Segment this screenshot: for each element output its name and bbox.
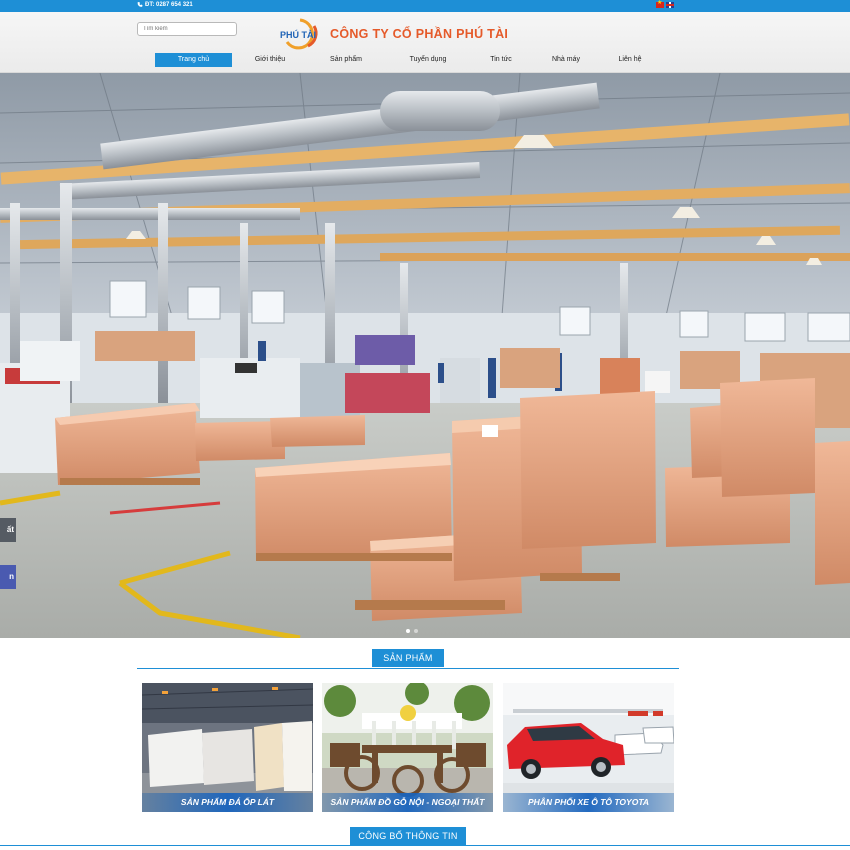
nav-item-contact[interactable]: Liên hệ xyxy=(608,53,652,67)
language-switcher xyxy=(656,0,674,8)
phone-number: ĐT: 0287 654 321 xyxy=(145,1,193,8)
uk-flag-icon[interactable] xyxy=(666,2,674,8)
products-section-title: SẢN PHẨM xyxy=(372,649,444,667)
nav-item-factory[interactable]: Nhà máy xyxy=(542,53,590,67)
nav-item-home[interactable]: Trang chủ xyxy=(155,53,232,67)
product-card-furniture[interactable]: SẢN PHẨM ĐỒ GỖ NỘI - NGOẠI THẤT xyxy=(322,683,493,812)
nav-item-about[interactable]: Giới thiệu xyxy=(246,53,294,67)
floating-side-tab-1[interactable]: ất xyxy=(0,518,16,542)
hero-banner[interactable]: ất n xyxy=(0,73,850,638)
product-card-caption: SẢN PHẨM ĐỒ GỖ NỘI - NGOẠI THẤT xyxy=(322,793,493,812)
disclosure-section-title: CÔNG BỐ THÔNG TIN xyxy=(350,827,466,845)
phone-contact[interactable]: ĐT: 0287 654 321 xyxy=(137,1,193,8)
section-divider xyxy=(0,845,850,846)
product-card-toyota[interactable]: PHÂN PHỐI XE Ô TÔ TOYOTA xyxy=(503,683,674,812)
nav-item-products[interactable]: Sản phẩm xyxy=(320,53,372,67)
company-logo[interactable]: PHÚ TÀI xyxy=(278,18,322,50)
product-card-stone[interactable]: SẢN PHẨM ĐÁ ỐP LÁT xyxy=(142,683,313,812)
product-card-caption: PHÂN PHỐI XE Ô TÔ TOYOTA xyxy=(503,793,674,812)
nav-item-news[interactable]: Tin tức xyxy=(478,53,524,67)
top-bar: ĐT: 0287 654 321 xyxy=(0,0,850,12)
nav-item-careers[interactable]: Tuyển dụng xyxy=(400,53,456,67)
section-divider xyxy=(137,668,679,669)
logo-text: PHÚ TÀI xyxy=(280,29,316,40)
site-header: PHÚ TÀI CÔNG TY CỔ PHẦN PHÚ TÀI Trang ch… xyxy=(0,12,850,73)
product-card-caption: SẢN PHẨM ĐÁ ỐP LÁT xyxy=(142,793,313,812)
floating-side-tab-2[interactable]: n xyxy=(0,565,16,589)
search-input[interactable] xyxy=(137,22,237,36)
main-nav: Trang chủ Giới thiệu Sản phẩm Tuyển dụng… xyxy=(0,53,850,67)
phone-icon xyxy=(137,2,143,7)
factory-interior-image xyxy=(0,73,850,638)
company-name[interactable]: CÔNG TY CỔ PHẦN PHÚ TÀI xyxy=(330,27,508,41)
vietnam-flag-icon[interactable] xyxy=(656,0,664,8)
